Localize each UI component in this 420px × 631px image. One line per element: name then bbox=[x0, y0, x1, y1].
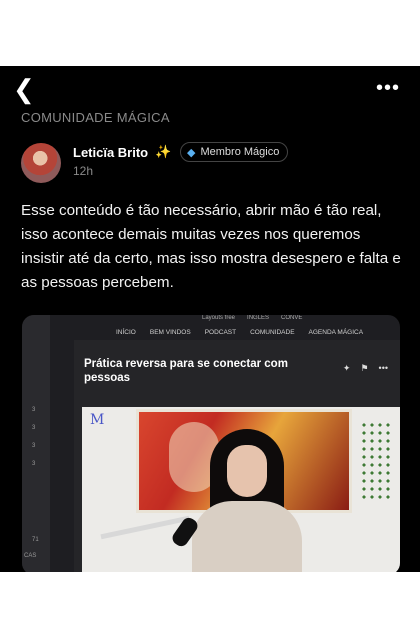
post-time: 12h bbox=[73, 164, 94, 178]
video-nav: INÍCIO BEM VINDOS PODCAST COMUNIDADE AGE… bbox=[116, 329, 363, 336]
sidebar-number: 3 bbox=[32, 407, 36, 413]
community-name[interactable]: COMUNIDADE MÁGICA bbox=[21, 110, 170, 125]
post-image[interactable]: 3 3 3 3 71 CAS Layouts free INGLÊS CONVE… bbox=[22, 315, 400, 572]
nav-item: COMUNIDADE bbox=[250, 329, 295, 336]
author-name[interactable]: Leticïa Brito bbox=[73, 145, 148, 160]
sidebar-number: 71 bbox=[32, 537, 39, 543]
sidebar-number: 3 bbox=[32, 443, 36, 449]
plant bbox=[360, 421, 392, 501]
nav-item: BEM VINDOS bbox=[149, 329, 191, 336]
top-link: INGLÊS bbox=[247, 315, 270, 321]
diamond-icon: ◆ bbox=[187, 146, 196, 159]
top-link: Layouts free bbox=[202, 315, 236, 321]
more-icon: ••• bbox=[375, 77, 400, 99]
video-card-title: Prática reversa para se conectar com pes… bbox=[84, 358, 288, 384]
video-card-icons: ✦ ⚑ ••• bbox=[343, 363, 388, 374]
badge-label: Membro Mágico bbox=[200, 146, 280, 158]
back-button[interactable]: ❮ bbox=[13, 76, 35, 102]
person-face bbox=[227, 445, 267, 497]
nav-item: AGENDA MÁGICA bbox=[308, 329, 364, 336]
nav-item: PODCAST bbox=[204, 329, 237, 336]
video-frame: M bbox=[82, 407, 400, 572]
post-text: Esse conteúdo é tão necessário, abrir mã… bbox=[21, 202, 401, 291]
avatar[interactable] bbox=[21, 143, 61, 183]
chevron-left-icon: ❮ bbox=[13, 74, 35, 104]
top-link: CONVE bbox=[281, 315, 303, 321]
video-sidebar: 3 3 3 3 71 CAS bbox=[22, 315, 50, 572]
sparkle-icon: ✦ bbox=[342, 363, 351, 373]
person-body bbox=[192, 501, 302, 572]
bookmark-icon: ⚑ bbox=[360, 363, 369, 373]
nav-item: INÍCIO bbox=[116, 329, 136, 336]
sidebar-number: 3 bbox=[32, 461, 36, 467]
more-icon: ••• bbox=[378, 363, 388, 373]
video-top-links: Layouts free INGLÊS CONVE bbox=[202, 315, 302, 321]
member-badge: ◆ Membro Mágico bbox=[180, 142, 289, 162]
sidebar-number: CAS bbox=[24, 553, 37, 559]
more-options-button[interactable]: ••• bbox=[376, 78, 400, 98]
post-screen: ❮ ••• COMUNIDADE MÁGICA Leticïa Brito ✨ … bbox=[0, 66, 420, 572]
sparkle-icon: ✨ bbox=[155, 144, 172, 159]
sidebar-number: 3 bbox=[32, 425, 36, 431]
logo-icon: M bbox=[90, 412, 105, 428]
